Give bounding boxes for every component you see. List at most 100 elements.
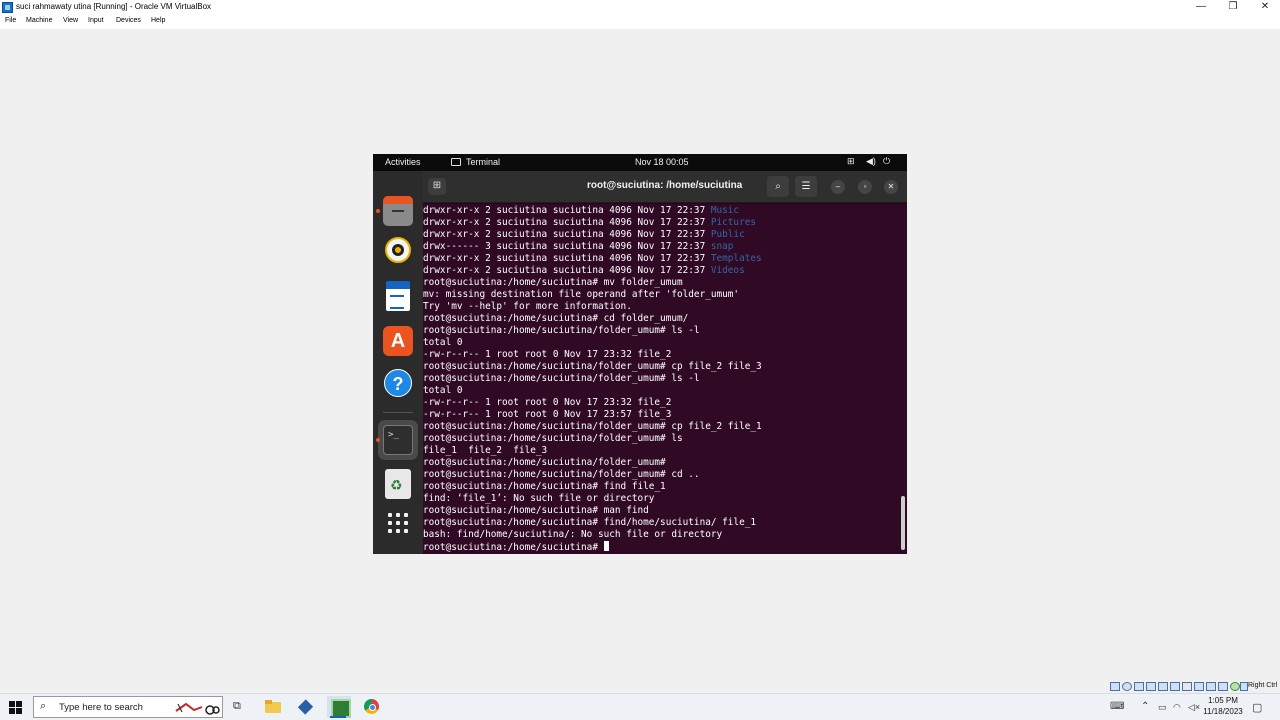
terminal-output[interactable]: drwxr-xr-x 2 suciutina suciutina 4096 No… [423, 204, 907, 554]
terminal-line-text: root@suciutina:/home/suciutina/folder_um… [423, 325, 700, 336]
terminal-line: file_1 file_2 file_3 [423, 445, 547, 457]
usb-icon[interactable] [1158, 682, 1168, 691]
battery-icon[interactable]: ▭ [1158, 702, 1167, 713]
ubuntu-software-icon[interactable]: A [383, 326, 413, 356]
host-key-label: Right Ctrl [1248, 682, 1278, 689]
file-explorer-icon[interactable] [262, 697, 284, 717]
terminal-line-text: root@suciutina:/home/suciutina/folder_um… [423, 457, 666, 468]
topbar-clock[interactable]: Nov 18 00:05 [635, 157, 689, 167]
hard-disk-icon[interactable] [1110, 682, 1120, 691]
terminal-icon [451, 158, 461, 166]
terminal-line-text: total 0 [423, 385, 463, 396]
terminal-line: root@suciutina:/home/suciutina/folder_um… [423, 457, 666, 469]
audio-icon[interactable] [1134, 682, 1144, 691]
terminal-line-text: root@suciutina:/home/suciutina/folder_um… [423, 433, 683, 444]
terminal-search-button[interactable]: ⌕ [767, 176, 789, 197]
cpu-icon[interactable] [1218, 682, 1228, 691]
network-icon[interactable]: ⊞ [847, 156, 855, 167]
network-adapter-icon[interactable] [1146, 682, 1156, 691]
search-placeholder: Type here to search [59, 702, 143, 713]
menu-view[interactable]: View [63, 17, 78, 24]
terminal-scrollbar[interactable] [901, 496, 905, 550]
mouse-integration-icon[interactable] [1206, 682, 1216, 691]
help-icon[interactable]: ? [384, 369, 412, 397]
terminal-headerbar: ⊞ root@suciutina: /home/suciutina ⌕ ☰ – … [423, 171, 907, 203]
terminal-minimize-button[interactable]: – [831, 180, 845, 194]
terminal-dock-icon[interactable]: >_ [383, 425, 413, 455]
menu-help[interactable]: Help [151, 17, 165, 24]
rhythmbox-icon[interactable] [385, 237, 411, 263]
files-icon[interactable] [383, 196, 413, 226]
search-icon: ⌕ [40, 700, 47, 712]
terminal-line: root@suciutina:/home/suciutina/folder_um… [423, 469, 700, 481]
terminal-line: root@suciutina:/home/suciutina/folder_um… [423, 421, 762, 433]
terminal-line-text: root@suciutina:/home/suciutina# cd folde… [423, 313, 689, 324]
menu-devices[interactable]: Devices [116, 17, 141, 24]
terminal-line-text: root@suciutina:/home/suciutina/folder_um… [423, 373, 700, 384]
terminal-line: root@suciutina:/home/suciutina# find/hom… [423, 517, 756, 529]
terminal-line-text: -rw-r--r-- 1 root root 0 Nov 17 23:32 fi… [423, 349, 672, 360]
app-menu-terminal[interactable]: Terminal [466, 157, 500, 167]
ubuntu-dock: A ? >_ [373, 171, 423, 554]
terminal-line: mv: missing destination file operand aft… [423, 289, 739, 301]
terminal-line-text: Try 'mv --help' for more information. [423, 301, 632, 312]
menu-machine[interactable]: Machine [26, 17, 52, 24]
terminal-line-text: find: ‘file_1’: No such file or director… [423, 493, 655, 504]
terminal-line-text: file_1 file_2 file_3 [423, 445, 548, 456]
menu-file[interactable]: File [5, 17, 16, 24]
terminal-line: root@suciutina:/home/suciutina# mv folde… [423, 277, 683, 289]
show-applications-icon[interactable] [386, 511, 410, 535]
text-cursor [603, 541, 609, 551]
window-titlebar: suci rahmawaty utina [Running] - Oracle … [0, 0, 1280, 15]
running-indicator [376, 209, 380, 213]
terminal-line: root@suciutina:/home/suciutina/folder_um… [423, 433, 683, 445]
terminal-line: drwxr-xr-x 2 suciutina suciutina 4096 No… [423, 253, 762, 265]
chrome-icon[interactable] [361, 697, 383, 717]
libreoffice-writer-icon[interactable] [386, 281, 410, 311]
volume-icon[interactable]: ◀) [866, 156, 876, 167]
terminal-line: root@suciutina:/home/suciutina# [423, 541, 609, 554]
minimize-button[interactable]: — [1184, 0, 1218, 15]
display-icon[interactable] [1182, 682, 1192, 691]
speaker-muted-icon[interactable]: ◁× [1188, 702, 1200, 713]
windows-taskbar: ⌕ Type here to search ⧉ [0, 693, 1280, 720]
taskbar-date[interactable]: 11/18/2023 [1200, 707, 1246, 716]
virtualbox-vm-icon[interactable] [327, 696, 351, 718]
start-button[interactable] [9, 701, 22, 714]
terminal-line: root@suciutina:/home/suciutina/folder_um… [423, 373, 700, 385]
menu-input[interactable]: Input [88, 17, 104, 24]
new-tab-button[interactable]: ⊞ [428, 178, 446, 195]
terminal-maximize-button[interactable]: ▫ [858, 180, 872, 194]
terminal-line-text: total 0 [423, 337, 463, 348]
taskbar-time[interactable]: 1:05 PM [1200, 696, 1246, 705]
show-hidden-icons-chevron[interactable]: ⌃ [1141, 701, 1149, 712]
keyboard-icon[interactable]: ⌨ [1110, 701, 1124, 712]
terminal-line: find: ‘file_1’: No such file or director… [423, 493, 654, 505]
terminal-menu-button[interactable]: ☰ [795, 176, 817, 197]
terminal-close-button[interactable]: ✕ [884, 180, 898, 194]
task-view-icon[interactable]: ⧉ [233, 700, 241, 713]
shared-folders-icon[interactable] [1170, 682, 1180, 691]
virtualbox-manager-icon[interactable] [295, 697, 317, 717]
terminal-line: root@suciutina:/home/suciutina# find fil… [423, 481, 666, 493]
terminal-line-text: root@suciutina:/home/suciutina# [423, 542, 604, 553]
directory-name: Music [710, 205, 740, 216]
notification-icon[interactable]: ▢ [1252, 701, 1262, 714]
guest-additions-icon[interactable] [1230, 682, 1240, 691]
terminal-line-text: drwxr-xr-x 2 suciutina suciutina 4096 No… [423, 205, 711, 216]
wifi-icon[interactable]: ◠ [1173, 702, 1181, 713]
close-button[interactable]: ✕ [1248, 0, 1280, 15]
keyboard-capture-icon[interactable] [1240, 682, 1248, 691]
recording-icon[interactable] [1194, 682, 1204, 691]
trash-icon[interactable] [385, 469, 411, 499]
maximize-button[interactable]: ❐ [1216, 0, 1250, 15]
terminal-line: total 0 [423, 385, 463, 397]
vm-display[interactable]: Activities Terminal Nov 18 00:05 ⊞ ◀) ⏻ … [373, 154, 907, 554]
optical-drive-icon[interactable] [1122, 682, 1132, 691]
power-icon[interactable]: ⏻ [883, 156, 890, 167]
terminal-line-text: drwxr-xr-x 2 suciutina suciutina 4096 No… [423, 265, 711, 276]
taskbar-search-box[interactable]: ⌕ Type here to search [33, 696, 223, 718]
terminal-line: drwx------ 3 suciutina suciutina 4096 No… [423, 241, 733, 253]
terminal-line-text: drwxr-xr-x 2 suciutina suciutina 4096 No… [423, 217, 711, 228]
activities-button[interactable]: Activities [385, 157, 421, 167]
